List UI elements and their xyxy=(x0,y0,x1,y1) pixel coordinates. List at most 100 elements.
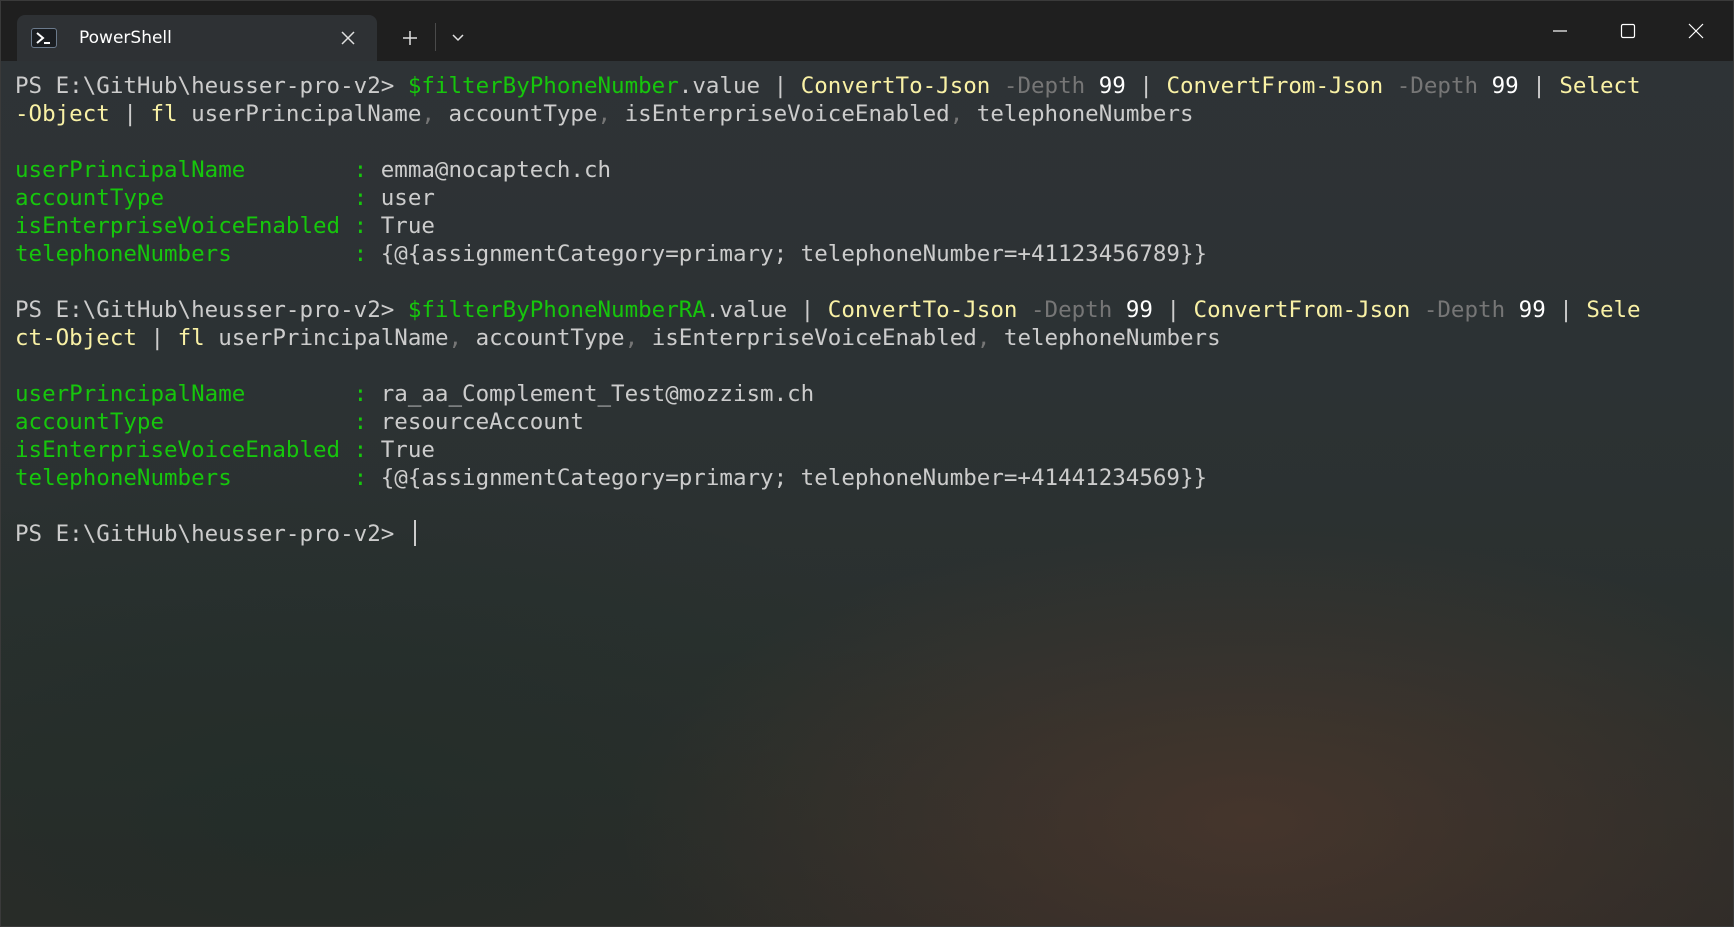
plus-icon[interactable] xyxy=(393,21,427,55)
separator: , xyxy=(624,325,639,351)
output-row: isEnterpriseVoiceEnabled : True xyxy=(15,212,1725,240)
cmdlet: Select xyxy=(1559,73,1641,99)
output-value: {@{assignmentCategory=primary; telephone… xyxy=(380,465,1208,491)
minimize-icon[interactable] xyxy=(1527,1,1593,61)
output-label: telephoneNumbers xyxy=(15,241,354,267)
separator: , xyxy=(448,325,463,351)
argument: isEnterpriseVoiceEnabled xyxy=(638,325,977,351)
prompt: PS E:\GitHub\heusser-pro-v2> xyxy=(15,297,408,323)
argument: accountType xyxy=(462,325,625,351)
output-value: user xyxy=(380,185,435,211)
output-label: accountType xyxy=(15,185,354,211)
cmdlet: Sele xyxy=(1586,297,1641,323)
output-value: {@{assignmentCategory=primary; telephone… xyxy=(380,241,1208,267)
argument: telephoneNumbers xyxy=(963,101,1194,127)
cmdlet: ConvertTo-Json xyxy=(827,297,1018,323)
current-prompt-line[interactable]: PS E:\GitHub\heusser-pro-v2> xyxy=(15,520,1725,548)
parameter: -Depth xyxy=(1017,297,1126,323)
output-row: userPrincipalName : emma@nocaptech.ch xyxy=(15,156,1725,184)
cmdlet: fl xyxy=(150,101,178,127)
output-row: telephoneNumbers : {@{assignmentCategory… xyxy=(15,240,1725,268)
tab-title: PowerShell xyxy=(79,28,172,48)
cmdlet: ConvertFrom-Json xyxy=(1166,73,1384,99)
argument: userPrincipalName xyxy=(204,325,449,351)
output-separator: : xyxy=(353,437,381,463)
pipe: | xyxy=(1518,73,1560,99)
pipe: | xyxy=(1152,297,1194,323)
number: 99 xyxy=(1125,297,1153,323)
output-separator: : xyxy=(353,381,381,407)
output-value: ra_aa_Complement_Test@mozzism.ch xyxy=(380,381,815,407)
parameter: -Depth xyxy=(1410,297,1519,323)
output-separator: : xyxy=(353,185,381,211)
title-bar[interactable]: PowerShell xyxy=(1,1,1733,61)
output-value: resourceAccount xyxy=(380,409,584,435)
variable: $filterByPhoneNumber xyxy=(407,73,679,99)
output-row: accountType : user xyxy=(15,184,1725,212)
parameter: -Depth xyxy=(1383,73,1492,99)
number: 99 xyxy=(1518,297,1546,323)
property: .value | xyxy=(705,297,828,323)
pipe: | xyxy=(109,101,151,127)
separator: , xyxy=(597,101,612,127)
output-value: True xyxy=(380,213,435,239)
output-label: isEnterpriseVoiceEnabled xyxy=(15,213,354,239)
command-line: PS E:\GitHub\heusser-pro-v2> $filterByPh… xyxy=(15,296,1725,324)
maximize-icon[interactable] xyxy=(1595,1,1661,61)
property: .value | xyxy=(678,73,801,99)
cmdlet: fl xyxy=(177,325,205,351)
number: 99 xyxy=(1098,73,1126,99)
tab-divider xyxy=(435,23,436,51)
output-separator: : xyxy=(353,213,381,239)
terminal-window: PowerShell PS E:\GitHub\heusser-pro-v2> … xyxy=(0,0,1734,927)
command-line-wrap: -Object | fl userPrincipalName, accountT… xyxy=(15,100,1725,128)
prompt: PS E:\GitHub\heusser-pro-v2> xyxy=(15,521,408,547)
output-separator: : xyxy=(353,409,381,435)
output-label: accountType xyxy=(15,409,354,435)
output-row: userPrincipalName : ra_aa_Complement_Tes… xyxy=(15,380,1725,408)
number: 99 xyxy=(1491,73,1519,99)
pipe: | xyxy=(136,325,178,351)
output-separator: : xyxy=(353,157,381,183)
close-icon[interactable] xyxy=(337,27,359,49)
chevron-down-icon[interactable] xyxy=(441,21,475,55)
parameter: -Depth xyxy=(990,73,1099,99)
cmdlet: ConvertFrom-Json xyxy=(1193,297,1411,323)
argument: accountType xyxy=(434,101,598,127)
separator: , xyxy=(421,101,435,127)
argument: telephoneNumbers xyxy=(990,325,1221,351)
argument: isEnterpriseVoiceEnabled xyxy=(611,101,950,127)
pipe: | xyxy=(1125,73,1167,99)
cmdlet: ct-Object xyxy=(15,325,137,351)
tab-powershell[interactable]: PowerShell xyxy=(17,15,377,61)
output-label: isEnterpriseVoiceEnabled xyxy=(15,437,354,463)
close-icon[interactable] xyxy=(1663,1,1729,61)
variable: $filterByPhoneNumberRA xyxy=(407,297,706,323)
output-separator: : xyxy=(353,241,381,267)
terminal-output[interactable]: PS E:\GitHub\heusser-pro-v2> $filterByPh… xyxy=(15,72,1725,548)
argument: userPrincipalName xyxy=(177,101,422,127)
cmdlet: ConvertTo-Json xyxy=(800,73,991,99)
separator: , xyxy=(949,101,964,127)
output-row: accountType : resourceAccount xyxy=(15,408,1725,436)
output-label: userPrincipalName xyxy=(15,157,354,183)
pipe: | xyxy=(1545,297,1587,323)
cmdlet: -Object xyxy=(15,101,110,127)
output-label: userPrincipalName xyxy=(15,381,354,407)
powershell-icon xyxy=(31,28,57,48)
command-line-wrap: ct-Object | fl userPrincipalName, accoun… xyxy=(15,324,1725,352)
output-value: emma@nocaptech.ch xyxy=(380,157,612,183)
output-row: telephoneNumbers : {@{assignmentCategory… xyxy=(15,464,1725,492)
command-line: PS E:\GitHub\heusser-pro-v2> $filterByPh… xyxy=(15,72,1725,100)
prompt: PS E:\GitHub\heusser-pro-v2> xyxy=(15,73,408,99)
output-label: telephoneNumbers xyxy=(15,465,354,491)
output-value: True xyxy=(380,437,435,463)
text-cursor xyxy=(413,520,416,546)
output-separator: : xyxy=(353,465,381,491)
separator: , xyxy=(976,325,991,351)
output-row: isEnterpriseVoiceEnabled : True xyxy=(15,436,1725,464)
